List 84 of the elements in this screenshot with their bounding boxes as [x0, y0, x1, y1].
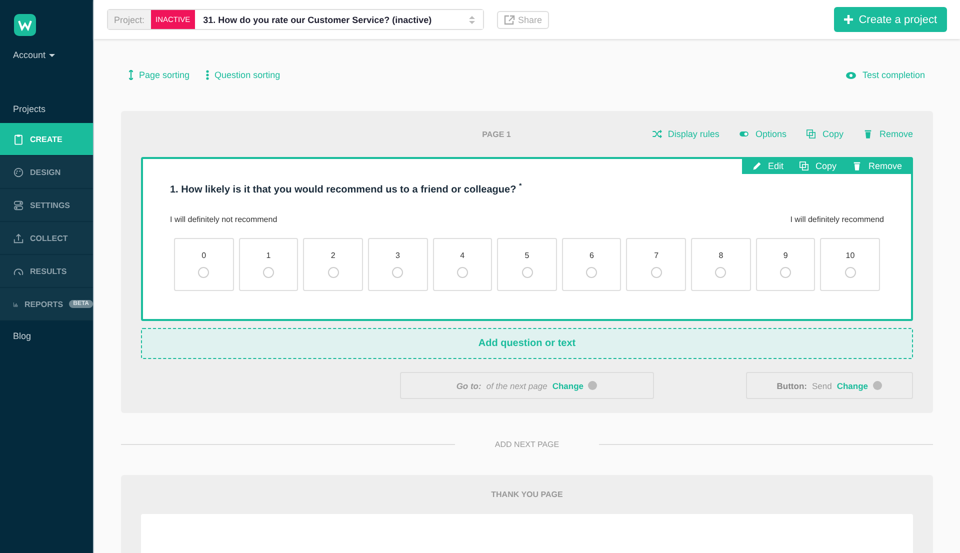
scale-option[interactable]: 10 [820, 238, 880, 292]
sidebar-item[interactable]: DESIGN [0, 156, 93, 189]
help-icon[interactable] [588, 381, 598, 390]
dots-icon [206, 70, 209, 80]
radio-button[interactable] [650, 267, 662, 278]
clipboard-icon [13, 134, 24, 144]
option-label: 5 [524, 251, 530, 260]
radio-button[interactable] [328, 267, 339, 278]
scale-option[interactable]: 4 [432, 238, 492, 292]
goto-value: of the next page [486, 380, 548, 391]
palette-icon [13, 166, 24, 178]
sidebar-item-label: REPORTS [24, 300, 64, 308]
external-link-icon [504, 14, 515, 24]
project-label: Project: [108, 10, 151, 29]
radio-button[interactable] [780, 267, 792, 278]
thank-you-page-title: THANK YOU PAGE [490, 489, 564, 502]
sidebar-item[interactable]: COLLECT [0, 222, 93, 255]
scale-option[interactable]: 8 [691, 238, 751, 292]
plus-icon [844, 15, 853, 24]
scale-option[interactable]: 6 [562, 238, 622, 292]
question-action-link[interactable]: Remove [852, 161, 902, 171]
copy-icon [806, 129, 816, 139]
logo-icon[interactable] [14, 14, 36, 36]
radio-button[interactable] [198, 267, 210, 278]
radio-button[interactable] [586, 267, 598, 278]
gauge-icon [13, 266, 24, 276]
vertical-arrow-icon [129, 70, 133, 80]
radio-button[interactable] [392, 267, 404, 278]
create-project-button[interactable]: Create a project [834, 7, 947, 32]
eye-icon [846, 72, 856, 78]
option-label: 0 [202, 251, 206, 260]
option-label: 7 [654, 251, 659, 260]
radio-button[interactable] [522, 267, 533, 278]
sort-arrows-icon [469, 14, 475, 24]
trash-icon [863, 129, 874, 139]
option-label: 8 [718, 251, 724, 260]
scale-option[interactable]: 9 [756, 238, 816, 292]
sidebar-item-label: DESIGN [30, 168, 61, 176]
scale-option[interactable]: 0 [174, 238, 234, 292]
radio-button[interactable] [456, 267, 468, 278]
scale-option[interactable]: 7 [626, 238, 686, 292]
scale-high-label: I will definitely recommend [790, 215, 884, 224]
radio-button[interactable] [844, 267, 856, 278]
sidebar-item-label: COLLECT [30, 234, 68, 242]
help-icon[interactable] [873, 381, 882, 390]
page-title: PAGE 1 [481, 130, 512, 138]
project-name: 31. How do you rate our Customer Service? (inactive) [203, 14, 432, 24]
projects-link[interactable]: Projects [13, 104, 93, 118]
pencil-icon [752, 161, 762, 171]
upload-icon [13, 232, 24, 244]
option-label: 6 [589, 251, 594, 260]
option-label: 9 [783, 251, 788, 260]
option-label: 4 [460, 251, 465, 260]
blog-link[interactable]: Blog [13, 331, 93, 341]
copy-icon [799, 161, 810, 171]
radio-button[interactable] [715, 267, 726, 278]
button-label: Button: [776, 380, 807, 391]
option-label: 10 [846, 251, 855, 260]
add-next-page-link[interactable]: ADD NEXT PAGE [494, 440, 560, 449]
option-label: 2 [330, 251, 336, 260]
shuffle-icon [652, 129, 662, 139]
account-menu[interactable]: Account [13, 50, 93, 60]
sidebar-item[interactable]: RESULTS [0, 255, 93, 288]
scale-low-label: I will definitely not recommend [170, 215, 278, 224]
scale-option[interactable]: 2 [303, 238, 363, 292]
scale-option[interactable]: 1 [238, 238, 298, 292]
sidebar-item-label: RESULTS [30, 266, 67, 276]
scale-option[interactable]: 3 [368, 238, 428, 292]
option-label: 1 [266, 251, 271, 260]
goto-label: Go to: [456, 380, 482, 391]
sidebar-item-label: SETTINGS [30, 200, 70, 210]
toggle-icon [739, 129, 750, 139]
option-label: 3 [396, 251, 400, 260]
sidebar-item[interactable]: SETTINGS [0, 189, 93, 222]
question-action-link[interactable]: Edit [752, 161, 784, 171]
radio-button[interactable] [262, 267, 274, 278]
sidebar-item[interactable]: CREATE [0, 123, 93, 156]
question-title: 1. How likely is it that you would recommend us to a friend or colleague? $^{*}$ [170, 183, 523, 196]
toggles-icon [13, 200, 24, 210]
trash-icon [852, 161, 862, 171]
sidebar-item-label: CREATE [30, 134, 62, 144]
button-value: Send [812, 380, 832, 391]
question-action-link[interactable]: Copy [799, 161, 836, 171]
scale-option[interactable]: 5 [497, 238, 557, 292]
